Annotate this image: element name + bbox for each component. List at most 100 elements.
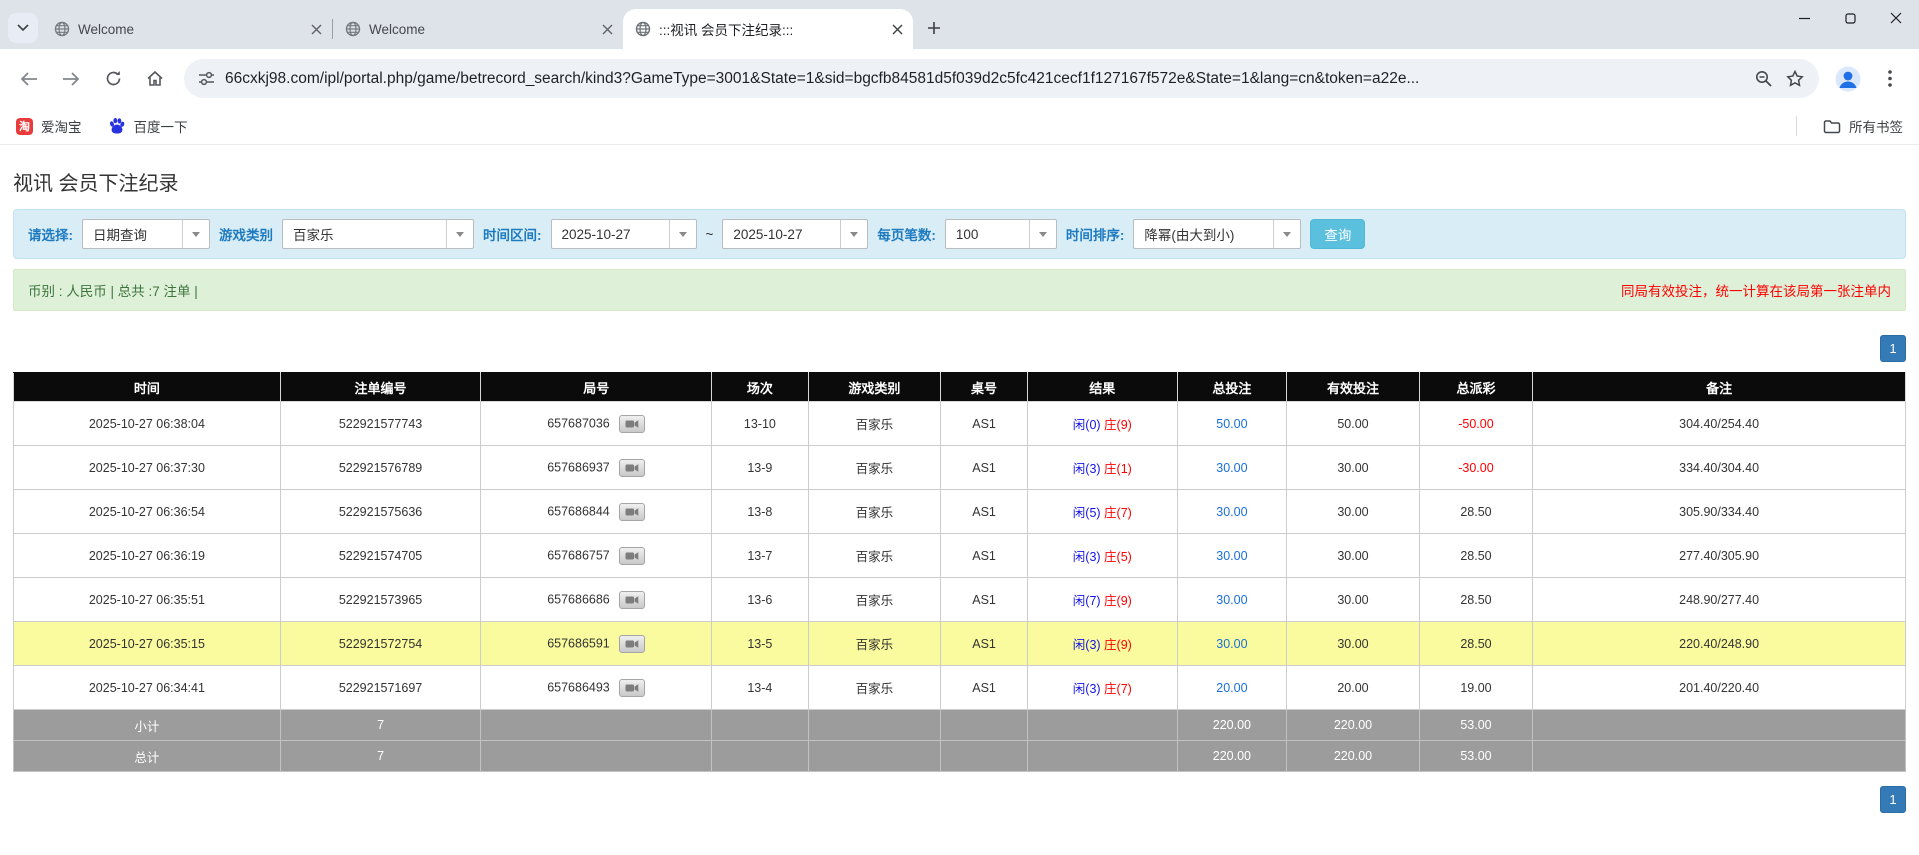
date-to-select[interactable]: 2025-10-27 [722,219,868,249]
reload-button[interactable] [94,60,132,98]
bookmark-label: 爱淘宝 [41,116,82,136]
query-mode-label: 请选择: [28,224,73,244]
total-bet-link[interactable]: 30.00 [1216,505,1247,519]
home-icon [146,70,164,87]
total-bet-link[interactable]: 30.00 [1216,461,1247,475]
tab-welcome-2[interactable]: Welcome [333,9,623,49]
total-bet-link[interactable]: 30.00 [1216,593,1247,607]
forward-button[interactable] [52,60,90,98]
column-header: 游戏类别 [808,373,940,402]
column-header: 局号 [481,373,712,402]
cell-result: 闲(3) 庄(9) [1028,622,1177,666]
tab-bet-records[interactable]: :::视讯 会员下注纪录::: [623,9,913,49]
chevron-down-icon [840,220,867,248]
address-bar[interactable]: 66cxkj98.com/ipl/portal.php/game/betreco… [184,59,1819,98]
cell-session: 13-7 [712,534,808,578]
cell-round-id: 657686686 [481,578,712,622]
close-icon[interactable] [311,24,322,35]
total-bet-link[interactable]: 20.00 [1216,681,1247,695]
profile-avatar-button[interactable] [1829,60,1867,98]
tab-title: Welcome [78,22,303,37]
zoom-level-button[interactable] [1747,63,1779,95]
browser-menu-button[interactable] [1871,60,1909,98]
chevron-down-icon [1273,220,1300,248]
column-header: 总派彩 [1419,373,1533,402]
cell-total-bet: 20.00 [1177,666,1287,710]
total-bet-link[interactable]: 30.00 [1216,549,1247,563]
cell-round-id: 657686591 [481,622,712,666]
page-size-select[interactable]: 100 [945,219,1057,249]
minimize-icon [1799,13,1810,24]
table-row: 2025-10-27 06:35:51522921573965657686686… [14,578,1906,622]
result-banker: 庄(9) [1104,638,1132,652]
time-sort-select[interactable]: 降幂(由大到小) [1133,219,1301,249]
close-window-button[interactable] [1873,0,1919,36]
page-1-button[interactable]: 1 [1880,335,1906,362]
cell-time: 2025-10-27 06:37:30 [14,446,281,490]
cell-valid-bet: 20.00 [1287,666,1419,710]
close-icon[interactable] [602,24,613,35]
tab-welcome-1[interactable]: Welcome [42,9,332,49]
cell-bet-id: 522921577743 [280,402,481,446]
chevron-down-icon [446,220,473,248]
cell-result: 闲(0) 庄(9) [1028,402,1177,446]
page-1-button[interactable]: 1 [1880,786,1906,813]
query-button[interactable]: 查询 [1310,219,1365,249]
cell-payout: 19.00 [1419,666,1533,710]
cell-time: 2025-10-27 06:35:15 [14,622,281,666]
video-replay-button[interactable] [619,635,645,653]
cell-game-type: 百家乐 [808,666,940,710]
minimize-button[interactable] [1781,0,1827,36]
cell-round-id: 657686757 [481,534,712,578]
cell-session: 13-6 [712,578,808,622]
new-tab-button[interactable] [919,13,949,43]
cell-bet-id: 522921573965 [280,578,481,622]
cell-remark: 220.40/248.90 [1533,622,1906,666]
cell-bet-id: 522921571697 [280,666,481,710]
subtotal-game [808,710,940,741]
query-mode-select[interactable]: 日期查询 [82,219,210,249]
cell-game-type: 百家乐 [808,622,940,666]
cell-valid-bet: 50.00 [1287,402,1419,446]
bookmark-baidu[interactable]: 百度一下 [108,116,188,136]
all-bookmarks-label: 所有书签 [1849,116,1903,136]
video-camera-icon [625,683,639,693]
close-icon[interactable] [892,24,903,35]
total-label: 总计 [14,741,281,772]
maximize-button[interactable] [1827,0,1873,36]
video-replay-button[interactable] [619,459,645,477]
date-from-select[interactable]: 2025-10-27 [551,219,697,249]
cell-total-bet: 30.00 [1177,490,1287,534]
total-bet-link[interactable]: 50.00 [1216,417,1247,431]
video-replay-button[interactable] [619,503,645,521]
video-replay-button[interactable] [619,547,645,565]
video-replay-button[interactable] [619,679,645,697]
video-replay-button[interactable] [619,591,645,609]
game-type-select[interactable]: 百家乐 [282,219,474,249]
cell-game-type: 百家乐 [808,402,940,446]
back-button[interactable] [10,60,48,98]
bookmark-aitaobao[interactable]: 淘 爱淘宝 [16,116,82,136]
total-bet-link[interactable]: 30.00 [1216,637,1247,651]
video-replay-button[interactable] [619,415,645,433]
cell-remark: 334.40/304.40 [1533,446,1906,490]
subtotal-count: 7 [280,710,481,741]
home-button[interactable] [136,60,174,98]
total-table [941,741,1028,772]
kebab-menu-icon [1888,70,1892,87]
cell-round-id: 657686937 [481,446,712,490]
result-player: 闲(7) [1073,594,1101,608]
column-header: 有效投注 [1287,373,1419,402]
tab-search-button[interactable] [8,13,38,43]
all-bookmarks-button[interactable]: 所有书签 [1823,116,1903,136]
folder-icon [1823,119,1841,134]
pagination-top: 1 [13,335,1906,362]
game-type-label: 游戏类别 [219,224,273,244]
payout-value: -50.00 [1458,417,1493,431]
cell-result: 闲(3) 庄(5) [1028,534,1177,578]
cell-payout: 28.50 [1419,622,1533,666]
bookmark-star-button[interactable] [1779,63,1811,95]
result-player: 闲(5) [1073,506,1101,520]
date-from-value: 2025-10-27 [552,220,669,248]
subtotal-round [481,710,712,741]
